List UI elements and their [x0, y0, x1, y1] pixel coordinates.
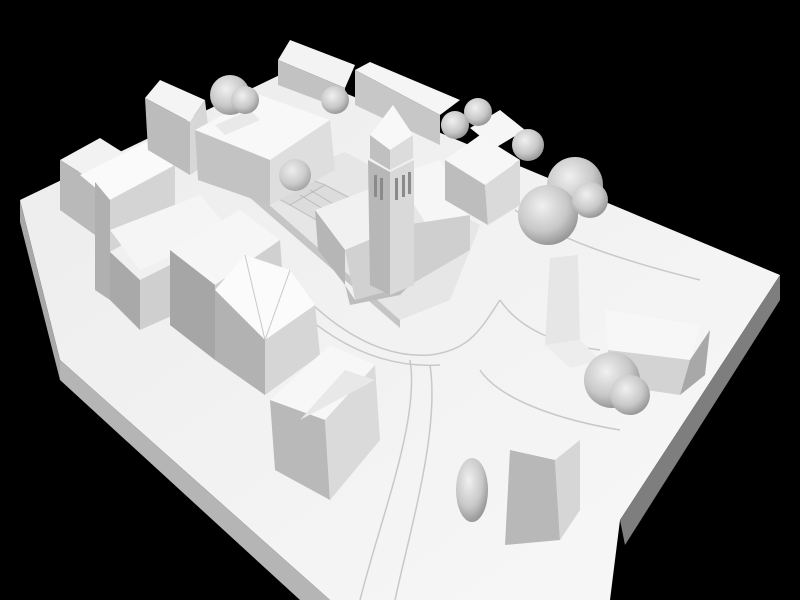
tree-top-right-3	[512, 129, 544, 161]
tree-front-center	[456, 458, 488, 522]
massing-model-svg	[0, 0, 800, 600]
model-photo	[0, 0, 800, 600]
tree-top-right-2	[441, 111, 469, 139]
tree-plaza	[279, 159, 311, 191]
tree-top-mid	[321, 86, 349, 114]
church-tower	[368, 105, 414, 295]
